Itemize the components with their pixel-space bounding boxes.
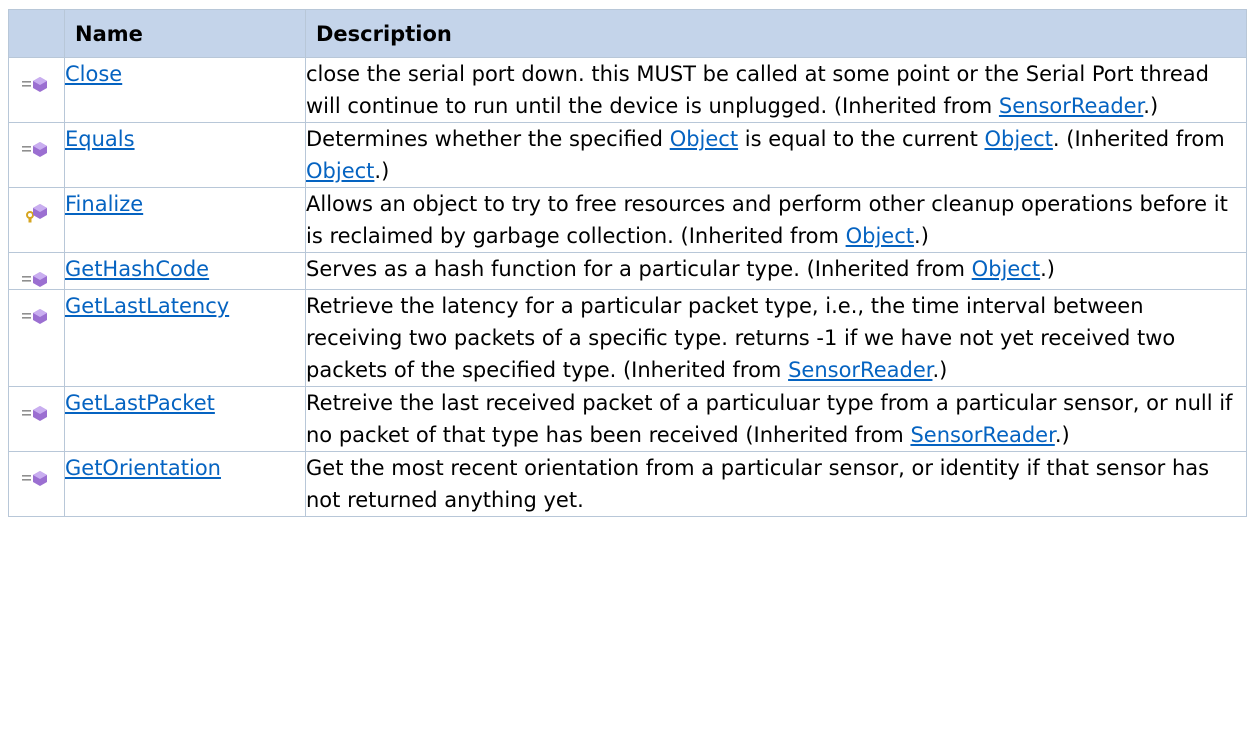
table-row: Finalize Allows an object to try to free …	[8, 187, 1247, 253]
table-header-row: Name Description	[8, 9, 1247, 58]
table-row: GetHashCode Serves as a hash function for…	[8, 252, 1247, 290]
type-link-object[interactable]: Object	[985, 127, 1053, 151]
header-description: Description	[305, 9, 1247, 58]
member-link-finalize[interactable]: Finalize	[65, 192, 143, 216]
type-link-object[interactable]: Object	[306, 159, 374, 183]
description-text: Determines whether the specified	[306, 127, 670, 151]
member-name-cell: GetHashCode	[64, 252, 306, 290]
member-link-gethashcode[interactable]: GetHashCode	[65, 257, 209, 281]
member-icon-cell	[8, 122, 65, 188]
member-description: Allows an object to try to free resource…	[305, 187, 1247, 253]
member-icon-cell	[8, 187, 65, 253]
member-name-cell: GetLastLatency	[64, 289, 306, 387]
public-method-icon	[22, 471, 47, 486]
type-link-object[interactable]: Object	[972, 257, 1040, 281]
member-name-cell: Equals	[64, 122, 306, 188]
description-text: Retreive the last received packet of a p…	[306, 391, 1233, 447]
public-method-icon	[22, 272, 47, 287]
description-text: .)	[914, 224, 929, 248]
member-description: close the serial port down. this MUST be…	[305, 57, 1247, 123]
protected-method-icon	[26, 204, 47, 223]
table-row: Equals Determines whether the specified O…	[8, 122, 1247, 188]
member-icon-cell	[8, 289, 65, 387]
member-description: Determines whether the specified Object …	[305, 122, 1247, 188]
member-name-cell: Close	[64, 57, 306, 123]
description-text: .)	[932, 358, 948, 382]
member-link-getlastlatency[interactable]: GetLastLatency	[65, 294, 229, 318]
member-name-cell: GetLastPacket	[64, 386, 306, 452]
description-text: Get the most recent orientation from a p…	[306, 456, 1210, 512]
public-method-icon	[22, 309, 47, 324]
description-text: .)	[1040, 257, 1055, 281]
member-icon-cell	[8, 451, 65, 517]
type-link-object[interactable]: Object	[846, 224, 914, 248]
description-text: Serves as a hash function for a particul…	[306, 257, 972, 281]
header-description-label: Description	[316, 22, 452, 46]
members-table: Name Description Close close the serial p…	[8, 9, 1247, 517]
header-name-label: Name	[75, 22, 143, 46]
public-method-icon	[22, 77, 47, 92]
member-icon-cell	[8, 252, 65, 290]
member-name-cell: GetOrientation	[64, 451, 306, 517]
member-link-getlastpacket[interactable]: GetLastPacket	[65, 391, 215, 415]
member-link-getorientation[interactable]: GetOrientation	[65, 456, 221, 480]
description-text: . (Inherited from	[1052, 127, 1225, 151]
description-text: is equal to the current	[738, 127, 985, 151]
public-method-icon	[22, 142, 47, 157]
description-text: .)	[1054, 423, 1070, 447]
member-icon-cell	[8, 386, 65, 452]
type-link-object[interactable]: Object	[670, 127, 738, 151]
table-row: Close close the serial port down. this MU…	[8, 57, 1247, 123]
description-text: .)	[374, 159, 390, 183]
member-description: Retreive the last received packet of a p…	[305, 386, 1247, 452]
member-description: Get the most recent orientation from a p…	[305, 451, 1247, 517]
type-link-sensorreader[interactable]: SensorReader	[999, 94, 1143, 118]
description-text: .)	[1143, 94, 1159, 118]
member-description: Retrieve the latency for a particular pa…	[305, 289, 1247, 387]
description-text: Allows an object to try to free resource…	[306, 192, 1228, 248]
description-text: Retrieve the latency for a particular pa…	[306, 294, 1176, 382]
header-name: Name	[64, 9, 306, 58]
table-row: GetOrientation Get the most recent orient…	[8, 451, 1247, 517]
type-link-sensorreader[interactable]: SensorReader	[788, 358, 932, 382]
member-link-close[interactable]: Close	[65, 62, 122, 86]
table-row: GetLastPacket Retreive the last received …	[8, 386, 1247, 452]
member-icon-cell	[8, 57, 65, 123]
public-method-icon	[22, 406, 47, 421]
type-link-sensorreader[interactable]: SensorReader	[910, 423, 1054, 447]
table-row: GetLastLatency Retrieve the latency for a…	[8, 289, 1247, 387]
member-description: Serves as a hash function for a particul…	[305, 252, 1247, 290]
member-name-cell: Finalize	[64, 187, 306, 253]
header-icon-column	[8, 9, 65, 58]
member-link-equals[interactable]: Equals	[65, 127, 135, 151]
